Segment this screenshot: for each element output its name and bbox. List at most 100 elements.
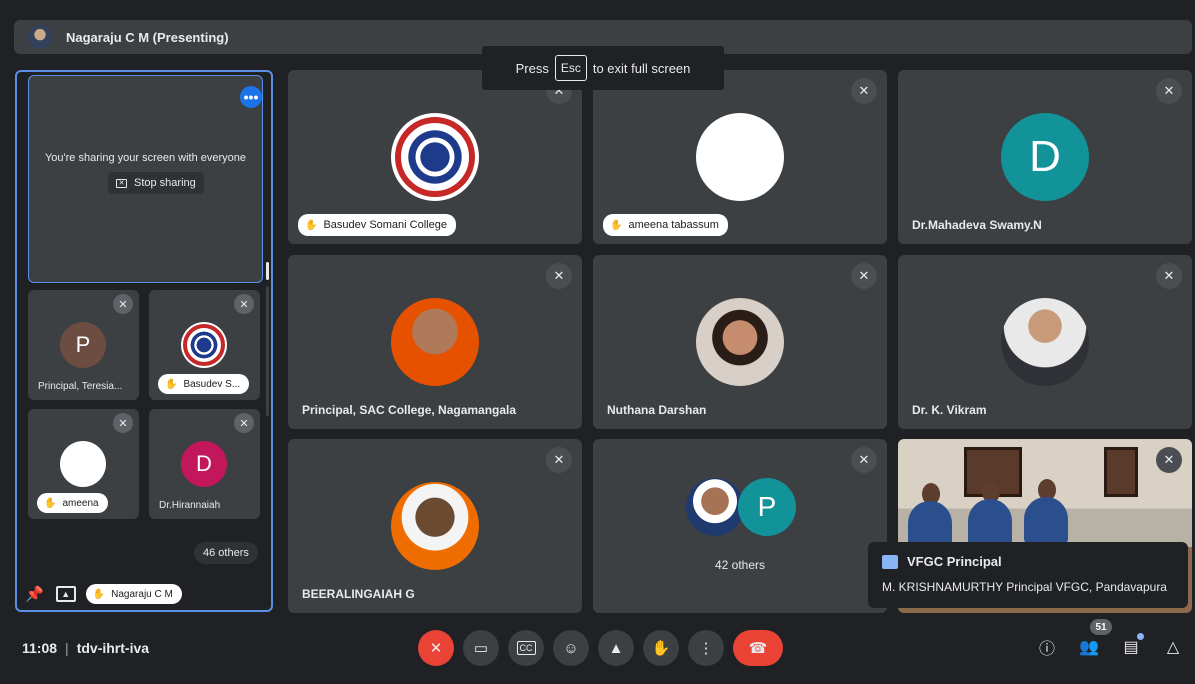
caption-icon bbox=[882, 554, 898, 569]
profile-photo bbox=[391, 482, 479, 570]
info-icon: ⓘ bbox=[1038, 641, 1055, 658]
monogram-avatar: A bbox=[696, 113, 784, 201]
reactions-button[interactable]: ☺ bbox=[553, 630, 589, 666]
mic-off-icon: ✕ bbox=[1156, 263, 1182, 289]
toast-press: Press bbox=[515, 60, 549, 76]
participant-tile[interactable]: ✕ D Dr.Mahadeva Swamy.N bbox=[898, 70, 1192, 244]
activities-icon: △ bbox=[1166, 639, 1180, 656]
mic-off-icon: ✕ bbox=[1156, 78, 1182, 104]
monogram-avatar: A bbox=[60, 441, 106, 487]
person bbox=[1024, 497, 1068, 543]
bottom-toolbar: 11:08 | tdv-ihrt-iva ✕ ▭ CC ☺ ▲ ✋ ⋮ ☎ ⓘ … bbox=[0, 620, 1195, 684]
toast-rest: to exit full screen bbox=[592, 60, 691, 76]
sharing-message: You're sharing your screen with everyone bbox=[44, 152, 247, 164]
stop-sharing-button[interactable]: ✕ Stop sharing bbox=[108, 172, 204, 194]
participant-name: ameena bbox=[62, 497, 99, 509]
mini-tile[interactable]: ✕ P Principal, Teresia... bbox=[28, 290, 139, 400]
participant-name: Basudev S... bbox=[183, 378, 241, 390]
mic-off-icon: ✕ bbox=[234, 294, 254, 314]
participant-name-pill: ✋ ameena tabassum bbox=[603, 214, 728, 236]
presenter-name: Nagaraju C M (Presenting) bbox=[66, 29, 229, 45]
participant-tile[interactable]: ✕ Principal, SAC College, Nagamangala bbox=[288, 255, 582, 429]
mic-toggle-button[interactable]: ✕ bbox=[418, 630, 454, 666]
stop-sharing-label: Stop sharing bbox=[134, 177, 196, 189]
participant-name: Basudev Somani College bbox=[323, 219, 447, 231]
participant-name-pill: ✋ ameena bbox=[37, 493, 108, 513]
presenter-avatar bbox=[28, 25, 52, 49]
participant-name-pill: ✋ Basudev S... bbox=[158, 374, 250, 394]
mic-off-icon: ✕ bbox=[234, 413, 254, 433]
caption-text: M. KRISHNAMURTHY Principal VFGC, Pandava… bbox=[882, 580, 1167, 594]
captions-icon: CC bbox=[516, 641, 536, 655]
profile-photo bbox=[1001, 298, 1089, 386]
caption-speaker: VFGC Principal bbox=[882, 554, 1174, 569]
screen-share-tile: ••• You're sharing your screen with ever… bbox=[28, 75, 263, 283]
raise-hand-button[interactable]: ✋ bbox=[643, 630, 679, 666]
participant-avatar: P bbox=[60, 322, 106, 368]
people-icon: 👥 bbox=[1079, 639, 1099, 656]
captions-button[interactable]: CC bbox=[508, 630, 544, 666]
profile-photo bbox=[391, 298, 479, 386]
participant-tile[interactable]: ✕ A ✋ ameena tabassum bbox=[593, 70, 887, 244]
pin-icon[interactable]: 📌 bbox=[25, 585, 44, 603]
self-view-panel: ••• You're sharing your screen with ever… bbox=[15, 70, 273, 612]
participant-tile[interactable]: ✕ BEERALINGAIAH G bbox=[288, 439, 582, 613]
mini-tile[interactable]: ✕ D Dr.Hirannaiah bbox=[149, 409, 260, 519]
clock: 11:08 bbox=[22, 640, 58, 656]
scrollbar-track[interactable] bbox=[266, 286, 269, 416]
side-controls: ⓘ 👥 ▤ △ bbox=[1036, 633, 1195, 658]
others-count-button[interactable]: 46 others bbox=[194, 542, 258, 564]
hand-raised-icon: ✋ bbox=[305, 219, 318, 231]
phone-hangup-icon: ☎ bbox=[748, 640, 768, 657]
mini-tile[interactable]: ✕ ✋ Basudev S... bbox=[149, 290, 260, 400]
present-button[interactable]: ▲ bbox=[598, 630, 634, 666]
chat-button[interactable]: ▤ bbox=[1120, 633, 1144, 658]
mini-tile[interactable]: ✕ A ✋ ameena bbox=[28, 409, 139, 519]
meeting-details-button[interactable]: ⓘ bbox=[1036, 636, 1058, 658]
leave-call-button[interactable]: ☎ bbox=[733, 630, 783, 666]
mic-off-icon: ✕ bbox=[1156, 447, 1182, 473]
mic-off-icon: ✕ bbox=[429, 640, 443, 657]
scrollbar-thumb[interactable] bbox=[266, 262, 269, 280]
call-controls: ✕ ▭ CC ☺ ▲ ✋ ⋮ ☎ bbox=[418, 630, 792, 666]
mic-off-icon: ✕ bbox=[851, 263, 877, 289]
mic-off-icon: ✕ bbox=[546, 447, 572, 473]
more-options-button[interactable]: ⋮ bbox=[688, 630, 724, 666]
more-horiz-icon[interactable]: ••• bbox=[240, 86, 262, 108]
camera-toggle-button[interactable]: ▭ bbox=[463, 630, 499, 666]
participant-name: Dr. K. Vikram bbox=[912, 403, 987, 417]
people-button[interactable]: 👥 bbox=[1078, 636, 1100, 658]
participant-name: Dr.Hirannaiah bbox=[159, 500, 221, 511]
participant-tile[interactable]: ✕ Dr. K. Vikram bbox=[898, 255, 1192, 429]
stop-share-icon: ✕ bbox=[116, 178, 127, 188]
meeting-info: 11:08 | tdv-ihrt-iva bbox=[22, 640, 149, 656]
hand-raised-icon: ✋ bbox=[92, 588, 106, 600]
participant-avatar: D bbox=[181, 441, 227, 487]
participant-tile[interactable]: ✕ ✋ Basudev Somani College bbox=[288, 70, 582, 244]
hand-raised-icon: ✋ bbox=[165, 378, 178, 390]
profile-photo bbox=[686, 478, 744, 536]
hand-icon: ✋ bbox=[651, 640, 671, 657]
meeting-code: tdv-ihrt-iva bbox=[76, 640, 150, 656]
self-name-pill: ✋ Nagaraju C M bbox=[85, 584, 182, 604]
mic-off-icon: ✕ bbox=[546, 263, 572, 289]
caption-speaker-name: VFGC Principal bbox=[907, 554, 1002, 569]
others-tile[interactable]: ✕ P 42 others bbox=[593, 439, 887, 613]
people-count-badge: 51 bbox=[1090, 619, 1112, 635]
divider: | bbox=[65, 640, 69, 656]
college-logo-avatar bbox=[391, 113, 479, 201]
person bbox=[908, 501, 952, 547]
profile-photo bbox=[696, 298, 784, 386]
participant-tile[interactable]: ✕ Nuthana Darshan bbox=[593, 255, 887, 429]
others-count-label: 42 others bbox=[714, 558, 766, 572]
present-icon[interactable]: ▲ bbox=[55, 586, 76, 602]
live-caption: VFGC Principal M. KRISHNAMURTHY Principa… bbox=[868, 542, 1188, 608]
mic-off-icon: ✕ bbox=[851, 447, 877, 473]
activities-button[interactable]: △ bbox=[1162, 636, 1184, 658]
fullscreen-toast: Press Esc to exit full screen bbox=[482, 46, 724, 90]
notification-dot bbox=[1137, 633, 1144, 640]
wall-painting bbox=[1104, 447, 1138, 497]
chat-icon: ▤ bbox=[1123, 639, 1139, 656]
mic-off-icon: ✕ bbox=[113, 413, 133, 433]
participant-name: Principal, SAC College, Nagamangala bbox=[302, 403, 517, 417]
